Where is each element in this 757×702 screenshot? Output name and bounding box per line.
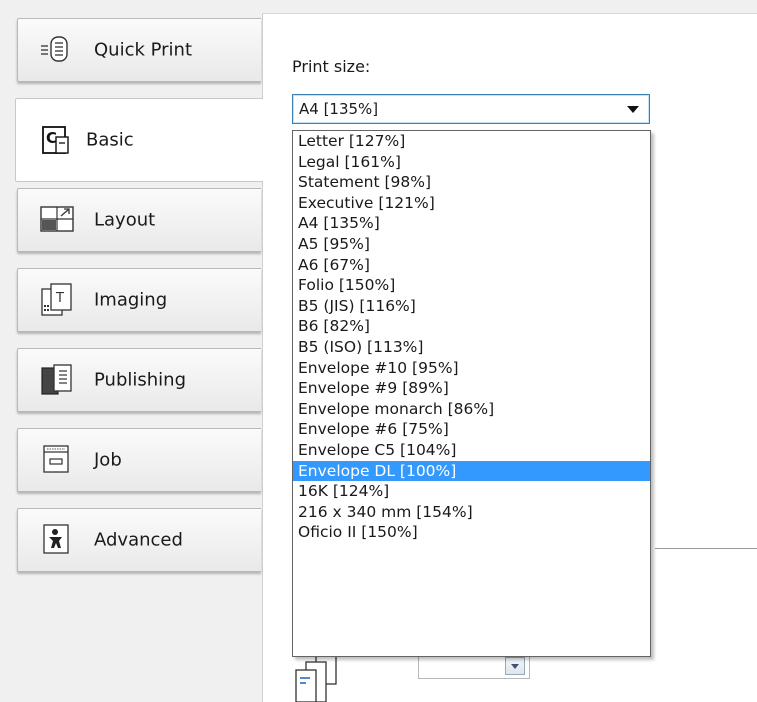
print-size-option[interactable]: B6 [82%] (293, 316, 650, 337)
print-size-label: Print size: (292, 57, 371, 76)
advanced-icon (43, 524, 69, 554)
tab-layout[interactable]: Layout (17, 188, 261, 252)
print-size-option[interactable]: Legal [161%] (293, 152, 650, 173)
tab-label: Job (94, 449, 122, 471)
tab-label: Publishing (94, 369, 186, 391)
print-size-option[interactable]: Envelope DL [100%] (293, 460, 650, 482)
tab-label: Basic (86, 129, 134, 151)
copies-spinner[interactable] (418, 657, 530, 679)
tab-label: Quick Print (94, 39, 193, 61)
tab-job[interactable]: Job (17, 428, 261, 492)
print-size-option[interactable]: Envelope C5 [104%] (293, 440, 650, 461)
chevron-down-icon[interactable] (505, 657, 525, 675)
tab-label: Imaging (94, 289, 168, 311)
tab-column: Quick Print C Basic Layout T Imaging Pub… (0, 0, 263, 702)
chevron-down-icon[interactable] (627, 106, 639, 113)
print-size-option[interactable]: Folio [150%] (293, 275, 650, 296)
print-size-option[interactable]: 16K [124%] (293, 481, 650, 502)
quick-print-icon (41, 36, 68, 62)
print-size-selected-value: A4 [135%] (299, 100, 379, 118)
print-size-option[interactable]: Envelope #6 [75%] (293, 419, 650, 440)
print-size-option[interactable]: Envelope #9 [89%] (293, 378, 650, 399)
print-size-option[interactable]: B5 (JIS) [116%] (293, 296, 650, 317)
publishing-icon (41, 364, 72, 395)
tab-publishing[interactable]: Publishing (17, 348, 261, 412)
tab-advanced[interactable]: Advanced (17, 508, 261, 572)
print-size-option[interactable]: Envelope #10 [95%] (293, 358, 650, 379)
print-size-option[interactable]: Letter [127%] (293, 131, 650, 152)
imaging-icon: T (41, 283, 72, 316)
print-size-option[interactable]: Executive [121%] (293, 193, 650, 214)
tab-label: Advanced (94, 529, 183, 551)
print-size-option[interactable]: A4 [135%] (293, 213, 650, 234)
print-size-option[interactable]: Envelope monarch [86%] (293, 399, 650, 420)
print-size-option[interactable]: 216 x 340 mm [154%] (293, 502, 650, 523)
print-size-option[interactable]: A5 [95%] (293, 234, 650, 255)
print-size-option[interactable]: Statement [98%] (293, 172, 650, 193)
tab-imaging[interactable]: T Imaging (17, 268, 261, 332)
tab-quick-print[interactable]: Quick Print (17, 18, 261, 82)
tab-basic[interactable]: C Basic (15, 98, 263, 182)
print-size-option[interactable]: B5 (ISO) [113%] (293, 337, 650, 358)
print-size-dropdown-list[interactable]: Letter [127%] Legal [161%] Statement [98%]… (292, 130, 651, 657)
print-size-option[interactable]: Oficio II [150%] (293, 522, 650, 543)
svg-text:T: T (55, 291, 64, 306)
layout-icon (40, 206, 74, 232)
tab-label: Layout (94, 209, 156, 231)
panel-top-edge (262, 0, 757, 14)
print-size-select[interactable]: A4 [135%] (292, 94, 650, 124)
copies-icon (295, 653, 337, 702)
basic-icon: C (42, 126, 69, 154)
print-size-option[interactable]: A6 [67%] (293, 255, 650, 276)
divider (655, 548, 757, 549)
job-icon (43, 445, 69, 473)
